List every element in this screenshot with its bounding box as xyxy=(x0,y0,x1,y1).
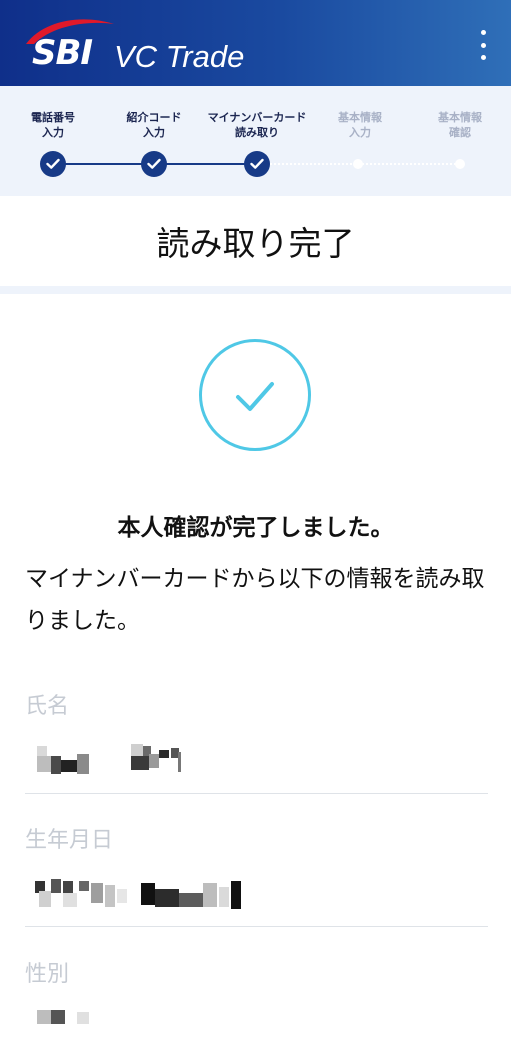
step-remaining-line xyxy=(270,163,460,165)
step-4-dot xyxy=(353,159,363,169)
step-5-dot xyxy=(455,159,465,169)
step-3-label: マイナンバーカード 読み取り xyxy=(207,111,307,139)
field-label-name: 氏名 xyxy=(25,694,70,719)
step-4-label: 基本情報 入力 xyxy=(338,111,382,139)
step-1-check-icon xyxy=(40,151,66,177)
logo-mark: SBI xyxy=(32,33,93,73)
completion-heading: 本人確認が完了しました。 xyxy=(117,515,394,541)
section-divider xyxy=(0,286,511,294)
step-2-check-icon xyxy=(141,151,167,177)
logo-text: VC Trade xyxy=(114,39,245,74)
check-circle-icon xyxy=(199,339,311,451)
more-vertical-icon[interactable] xyxy=(477,30,489,60)
field-value-birthdate-redacted xyxy=(33,875,253,915)
field-label-gender: 性別 xyxy=(25,962,70,987)
completion-description: マイナンバーカードから以下の情報を読み取りました。 xyxy=(25,566,485,634)
field-value-gender-redacted xyxy=(33,1008,113,1048)
app-header: SBI VC Trade xyxy=(0,0,511,86)
field-separator xyxy=(25,793,488,794)
progress-stepper: 電話番号 入力 紹介コード 入力 マイナンバーカード 読み取り 基本情報 入力 基本情報… xyxy=(0,86,511,196)
sbi-vc-trade-logo: SBI VC Trade xyxy=(22,14,262,76)
step-5-label: 基本情報 確認 xyxy=(438,111,482,139)
page-title: 読み取り完了 xyxy=(0,196,511,286)
field-separator xyxy=(25,926,488,927)
step-1-label: 電話番号 入力 xyxy=(31,111,75,139)
field-label-birthdate: 生年月日 xyxy=(25,828,114,853)
step-2-label: 紹介コード 入力 xyxy=(126,111,182,139)
step-3-check-icon xyxy=(244,151,270,177)
field-value-name-redacted xyxy=(33,742,193,782)
